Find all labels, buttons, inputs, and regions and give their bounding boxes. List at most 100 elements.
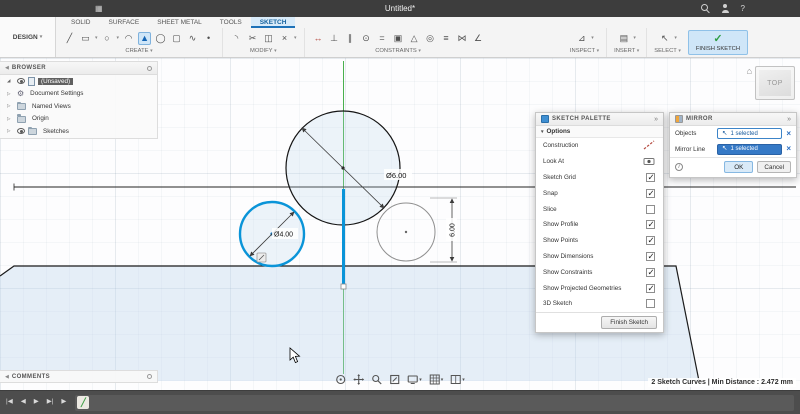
display-settings-icon[interactable]: ▾ bbox=[407, 374, 422, 385]
sketch-dimension-icon[interactable]: ↔ bbox=[312, 32, 325, 45]
browser-item-sketches[interactable]: ▷ Sketches bbox=[0, 125, 157, 138]
timeline-track[interactable]: ╱ bbox=[75, 395, 794, 411]
collapsed-caret-icon[interactable]: ▷ bbox=[7, 104, 14, 109]
create-menu[interactable]: CREATE ▾ bbox=[63, 47, 215, 57]
visibility-eye-icon[interactable] bbox=[17, 78, 25, 84]
browser-item-unsaved[interactable]: ◢ (Unsaved) bbox=[0, 75, 157, 88]
select-menu[interactable]: SELECT ▾ bbox=[654, 47, 681, 57]
collinear-constraint-icon[interactable]: ≡ bbox=[440, 32, 453, 45]
mirror-dialog-header[interactable]: MIRROR » bbox=[670, 113, 796, 126]
midpoint-constraint-icon[interactable]: △ bbox=[408, 32, 421, 45]
browser-item-document-settings[interactable]: ▷ ⚙ Document Settings bbox=[0, 88, 157, 101]
arc-tool-icon[interactable]: ◠ bbox=[122, 32, 135, 45]
origin-point[interactable] bbox=[341, 284, 346, 289]
fillet-tool-icon[interactable]: ◝ bbox=[230, 32, 243, 45]
collapsed-caret-icon[interactable]: ▷ bbox=[7, 92, 14, 97]
small-circle-dimension-label[interactable]: Ø4.00 bbox=[274, 232, 293, 239]
viewports-icon[interactable]: ▾ bbox=[450, 374, 465, 385]
tab-solid[interactable]: SOLID bbox=[62, 17, 100, 28]
parallel-constraint-icon[interactable]: ∥ bbox=[344, 32, 357, 45]
angle-constraint-icon[interactable]: ∠ bbox=[472, 32, 485, 45]
collapsed-caret-icon[interactable]: ▷ bbox=[7, 129, 14, 134]
show-profile-checkbox[interactable] bbox=[646, 220, 655, 229]
timeline-play-button[interactable]: ▶ bbox=[61, 399, 66, 406]
reference-circle-center-point[interactable] bbox=[405, 231, 407, 233]
look-at-button-icon[interactable] bbox=[643, 153, 655, 171]
snap-checkbox[interactable] bbox=[646, 189, 655, 198]
info-icon[interactable]: i bbox=[675, 163, 683, 171]
constraints-menu[interactable]: CONSTRAINTS ▾ bbox=[312, 47, 485, 57]
browser-header[interactable]: ◀ BROWSER bbox=[0, 62, 157, 75]
collapse-panel-icon[interactable]: ◀ bbox=[5, 374, 9, 380]
ellipse-tool-icon[interactable]: ◯ bbox=[154, 32, 167, 45]
browser-item-named-views[interactable]: ▷ Named Views bbox=[0, 100, 157, 113]
symmetry-constraint-icon[interactable]: ⋈ bbox=[456, 32, 469, 45]
chevron-down-icon[interactable]: ▾ bbox=[674, 36, 677, 41]
workspace-switcher[interactable]: DESIGN ▾ bbox=[0, 17, 56, 57]
panel-dot-icon[interactable] bbox=[147, 374, 152, 379]
trim-tool-icon[interactable]: ✂ bbox=[246, 32, 259, 45]
select-tool-icon[interactable]: ↖ bbox=[658, 32, 671, 45]
timeline-step-forward-button[interactable]: ▶ bbox=[34, 399, 39, 406]
polygon-tool-icon[interactable]: ▲ bbox=[138, 32, 151, 45]
three-d-sketch-checkbox[interactable] bbox=[646, 299, 655, 308]
chevron-down-icon[interactable]: ▾ bbox=[95, 36, 98, 41]
circle-tool-icon[interactable]: ○ bbox=[101, 32, 114, 45]
tangent-constraint-marker[interactable] bbox=[257, 253, 266, 262]
concentric-constraint-icon[interactable]: ◎ bbox=[424, 32, 437, 45]
insert-tool-icon[interactable]: ▤ bbox=[617, 32, 630, 45]
vertical-dimension-label[interactable]: 6.00 bbox=[450, 223, 457, 237]
perpendicular-constraint-icon[interactable]: ⊥ bbox=[328, 32, 341, 45]
timeline-skip-start-button[interactable]: |◀ bbox=[6, 399, 13, 406]
collapsed-caret-icon[interactable]: ▷ bbox=[7, 117, 14, 122]
show-points-checkbox[interactable] bbox=[646, 236, 655, 245]
zoom-icon[interactable] bbox=[371, 374, 382, 385]
point-tool-icon[interactable]: • bbox=[202, 32, 215, 45]
clear-objects-icon[interactable]: × bbox=[786, 130, 791, 138]
chevron-down-icon[interactable]: ▾ bbox=[294, 36, 297, 41]
chevron-down-icon[interactable]: ▾ bbox=[591, 36, 594, 41]
cancel-button[interactable]: Cancel bbox=[757, 161, 791, 173]
comments-panel[interactable]: ◀ COMMENTS bbox=[0, 370, 158, 383]
ok-button[interactable]: OK bbox=[724, 161, 753, 173]
dock-panel-icon[interactable]: » bbox=[654, 116, 658, 123]
finish-sketch-button[interactable]: ✓ FINISH SKETCH bbox=[688, 30, 748, 55]
insert-menu[interactable]: INSERT ▾ bbox=[614, 47, 639, 57]
slot-tool-icon[interactable]: ▢ bbox=[170, 32, 183, 45]
user-icon[interactable] bbox=[721, 4, 730, 13]
help-icon[interactable]: ? bbox=[741, 4, 745, 13]
collapse-panel-icon[interactable]: ◀ bbox=[5, 65, 9, 71]
sketch-grid-checkbox[interactable] bbox=[646, 173, 655, 182]
break-tool-icon[interactable]: × bbox=[278, 32, 291, 45]
tab-surface[interactable]: SURFACE bbox=[100, 17, 149, 28]
data-panel-icon[interactable]: ▦ bbox=[95, 5, 103, 13]
chevron-down-icon[interactable]: ▾ bbox=[117, 36, 120, 41]
offset-tool-icon[interactable]: ◫ bbox=[262, 32, 275, 45]
chevron-down-icon[interactable]: ▾ bbox=[633, 36, 636, 41]
tab-sketch[interactable]: SKETCH bbox=[251, 17, 296, 28]
visibility-eye-icon[interactable] bbox=[17, 128, 25, 134]
home-icon[interactable]: ⌂ bbox=[747, 67, 752, 76]
big-circle-dimension-label[interactable]: Ø6.00 bbox=[386, 171, 406, 180]
timeline-sketch-feature[interactable]: ╱ bbox=[77, 396, 89, 409]
modify-menu[interactable]: MODIFY ▾ bbox=[230, 47, 297, 57]
measure-tool-icon[interactable]: ⊿ bbox=[575, 32, 588, 45]
tab-sheet-metal[interactable]: SHEET METAL bbox=[148, 17, 211, 28]
clear-mirror-line-icon[interactable]: × bbox=[786, 145, 791, 153]
tab-tools[interactable]: TOOLS bbox=[211, 17, 251, 28]
spline-tool-icon[interactable]: ∿ bbox=[186, 32, 199, 45]
pan-icon[interactable] bbox=[353, 374, 364, 385]
equal-constraint-icon[interactable]: = bbox=[376, 32, 389, 45]
show-projected-geometries-checkbox[interactable] bbox=[646, 284, 655, 293]
mirror-line-selection-field[interactable]: ↖ 1 selected bbox=[717, 144, 782, 155]
dock-panel-icon[interactable]: » bbox=[787, 116, 791, 123]
tangent-constraint-icon[interactable]: ⊙ bbox=[360, 32, 373, 45]
search-icon[interactable] bbox=[701, 4, 710, 13]
show-dimensions-checkbox[interactable] bbox=[646, 252, 655, 261]
grid-settings-icon[interactable]: ▾ bbox=[429, 374, 444, 385]
timeline-skip-end-button[interactable]: ▶| bbox=[47, 399, 54, 406]
line-tool-icon[interactable]: ╱ bbox=[63, 32, 76, 45]
objects-selection-field[interactable]: ↖ 1 selected bbox=[717, 128, 782, 139]
fix-constraint-icon[interactable]: ▣ bbox=[392, 32, 405, 45]
fit-icon[interactable] bbox=[389, 374, 400, 385]
